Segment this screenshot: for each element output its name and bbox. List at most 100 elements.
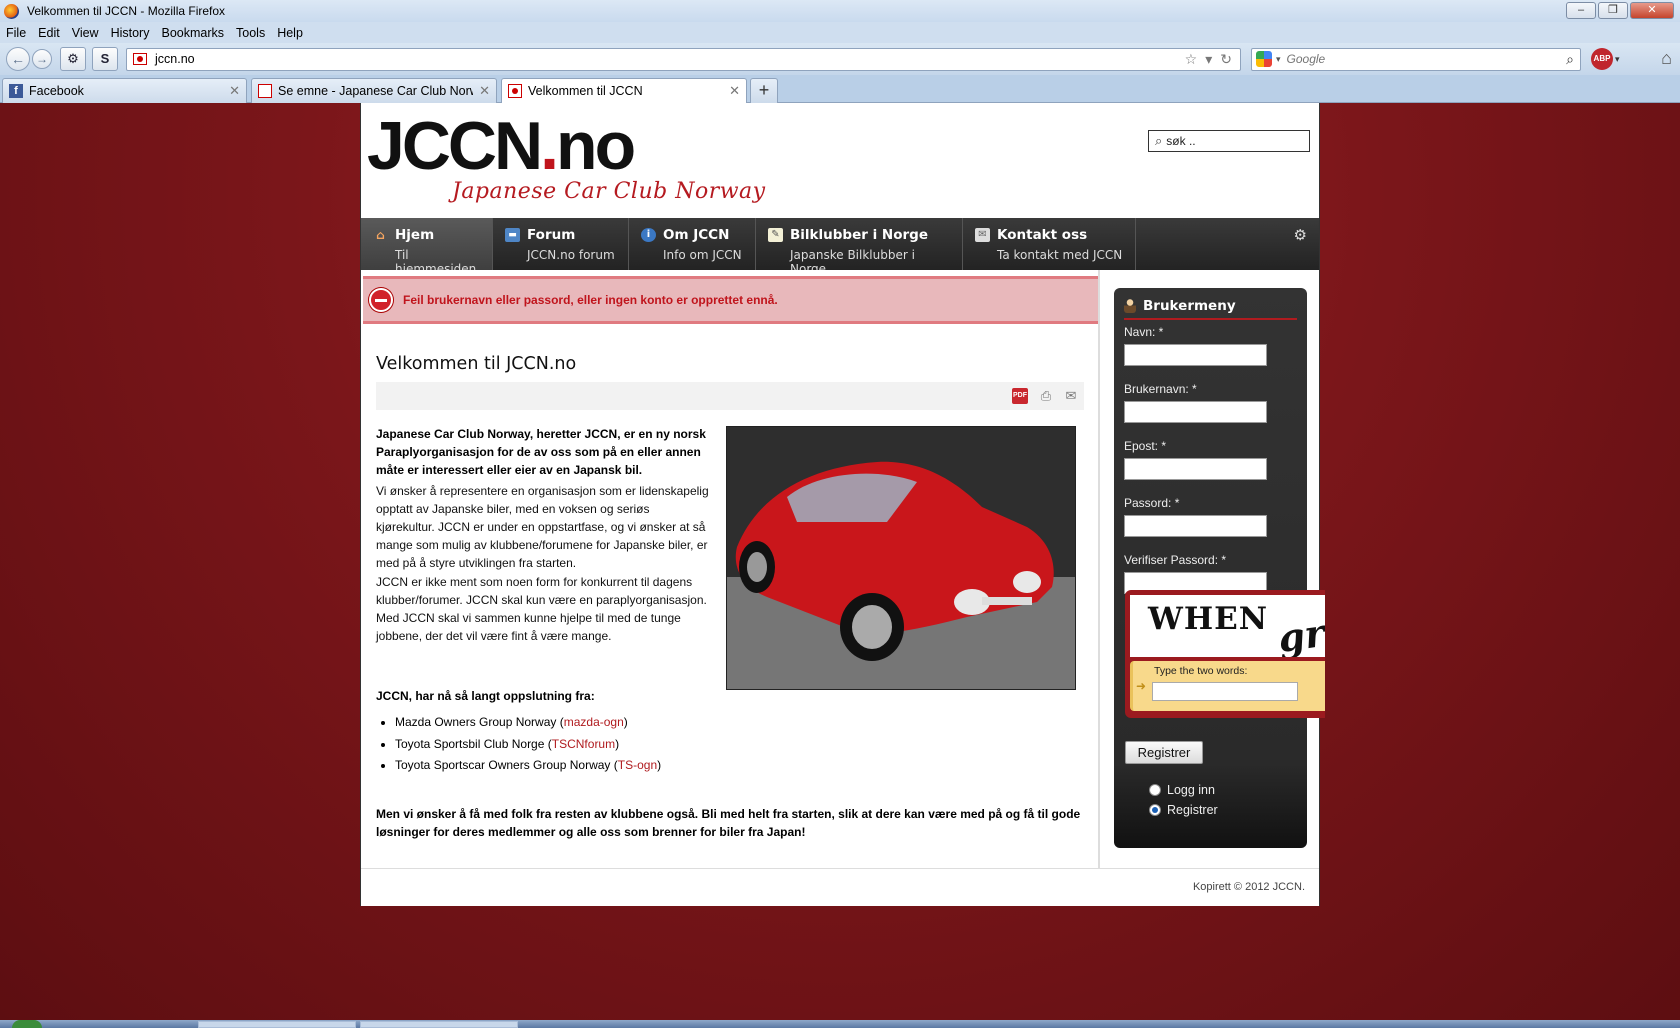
- nav-item-om-jccn[interactable]: i Om JCCN Info om JCCN: [629, 218, 756, 270]
- minimize-button[interactable]: –: [1566, 2, 1596, 19]
- os-taskbar: [0, 1020, 1680, 1028]
- search-bar[interactable]: ▾ ⌕: [1251, 47, 1581, 71]
- captcha-prompt: Type the two words:: [1154, 665, 1248, 677]
- members-heading: JCCN, har nå så langt oppslutning fra:: [376, 689, 595, 703]
- username-field[interactable]: [1124, 401, 1267, 423]
- article-title: Velkommen til JCCN.no: [376, 354, 577, 374]
- bookmark-star-icon[interactable]: ☆: [1185, 51, 1198, 68]
- member-name: Mazda Owners Group Norway: [395, 715, 557, 729]
- menu-file[interactable]: File: [6, 26, 26, 40]
- gear-icon[interactable]: ⚙: [1294, 226, 1307, 244]
- site-container: JCCN.no Japanese Car Club Norway ⌕ ⌂ Hjem…: [360, 103, 1325, 906]
- forum-favicon-icon: [258, 84, 272, 98]
- nav-title: Om JCCN: [663, 227, 730, 243]
- username-input[interactable]: [1125, 402, 1266, 422]
- password-field[interactable]: [1124, 515, 1267, 537]
- close-tab-icon[interactable]: ✕: [729, 83, 740, 99]
- nav-item-bilklubber[interactable]: ✎ Bilklubber i Norge Japanske Bilklubber …: [756, 218, 963, 276]
- nav-title: Bilklubber i Norge: [790, 227, 928, 243]
- taskbar-item[interactable]: [360, 1021, 518, 1028]
- firefox-logo-icon: [4, 3, 19, 19]
- menu-bookmarks[interactable]: Bookmarks: [161, 26, 224, 40]
- radio-icon[interactable]: [1149, 784, 1161, 796]
- dropdown-caret-icon[interactable]: ▾: [1205, 51, 1212, 68]
- captcha-image: WHEN gr: [1130, 595, 1325, 657]
- search-icon[interactable]: ⌕: [1566, 51, 1574, 68]
- user-menu: Brukermeny Navn: * Brukernavn: * Epost: …: [1114, 288, 1325, 848]
- email-input[interactable]: [1125, 459, 1266, 479]
- menu-edit[interactable]: Edit: [38, 26, 60, 40]
- extension-button[interactable]: ⚙: [60, 47, 86, 71]
- nav-item-forum[interactable]: ▬ Forum JCCN.no forum: [493, 218, 629, 270]
- google-icon[interactable]: [1256, 51, 1272, 67]
- adblock-icon[interactable]: ABP: [1591, 48, 1613, 70]
- url-text[interactable]: jccn.no: [155, 52, 195, 66]
- nav-title: Forum: [527, 227, 576, 243]
- register-button[interactable]: Registrer: [1125, 741, 1203, 764]
- tab-bar: f Facebook ✕ Se emne - Japanese Car Club…: [0, 75, 1680, 103]
- name-input[interactable]: [1125, 345, 1266, 365]
- logo-tld: no: [556, 108, 636, 184]
- email-field[interactable]: [1124, 458, 1267, 480]
- back-button[interactable]: ←: [6, 47, 30, 71]
- email-icon[interactable]: ✉: [1063, 388, 1079, 404]
- captcha-word: WHEN: [1148, 601, 1269, 637]
- forward-arrow-icon: →: [36, 52, 48, 66]
- taskbar-item[interactable]: [198, 1021, 356, 1028]
- stop-icon: [369, 288, 393, 312]
- site-logo[interactable]: JCCN.no Japanese Car Club Norway: [367, 112, 765, 204]
- article-toolbar: PDF ⎙ ✉: [376, 382, 1084, 410]
- site-search-box[interactable]: ⌕: [1148, 130, 1310, 152]
- menu-tools[interactable]: Tools: [236, 26, 265, 40]
- adblock-caret-icon[interactable]: ▾: [1615, 54, 1620, 65]
- nav-item-kontakt[interactable]: ✉ Kontakt oss Ta kontakt med JCCN: [963, 218, 1136, 270]
- close-tab-icon[interactable]: ✕: [479, 83, 490, 99]
- house-icon: ⌂: [376, 228, 385, 242]
- forward-button[interactable]: →: [32, 49, 52, 69]
- article-paragraph: JCCN er ikke ment som noen form for konk…: [376, 575, 707, 643]
- menu-history[interactable]: History: [111, 26, 150, 40]
- home-icon[interactable]: ⌂: [1661, 48, 1672, 69]
- member-name: Toyota Sportscar Owners Group Norway: [395, 758, 611, 772]
- sync-button[interactable]: S: [92, 47, 118, 71]
- start-orb-icon[interactable]: [12, 1020, 42, 1028]
- verify-password-label: Verifiser Passord: *: [1124, 553, 1227, 567]
- restore-button[interactable]: ❐: [1598, 2, 1628, 19]
- search-engine-caret-icon[interactable]: ▾: [1276, 54, 1281, 65]
- puzzle-icon: ⚙: [67, 51, 79, 66]
- search-input[interactable]: [1286, 52, 1557, 66]
- menubar: File Edit View History Bookmarks Tools H…: [0, 22, 1680, 43]
- reload-icon[interactable]: ↻: [1220, 51, 1232, 68]
- tab-facebook[interactable]: f Facebook ✕: [2, 78, 247, 103]
- navigation-toolbar: ← → ⚙ S jccn.no ☆ ▾ ↻ ▾ ⌕ ABP ▾ ⌂: [0, 43, 1680, 75]
- page-viewport: JCCN.no Japanese Car Club Norway ⌕ ⌂ Hjem…: [0, 103, 1680, 1020]
- captcha-input[interactable]: [1152, 682, 1298, 701]
- new-tab-button[interactable]: +: [750, 78, 778, 103]
- article-paragraph: Vi ønsker å representere en organisasjon…: [376, 484, 709, 570]
- site-search-input[interactable]: [1166, 134, 1297, 148]
- print-icon[interactable]: ⎙: [1038, 388, 1054, 404]
- tab-label: Facebook: [29, 84, 84, 98]
- url-bar[interactable]: jccn.no ☆ ▾ ↻: [126, 47, 1241, 71]
- member-link[interactable]: TS-ogn: [618, 758, 657, 772]
- member-link[interactable]: mazda-ogn: [564, 715, 624, 729]
- menu-help[interactable]: Help: [277, 26, 303, 40]
- nav-item-hjem[interactable]: ⌂ Hjem Til hjemmesiden: [361, 218, 493, 276]
- close-tab-icon[interactable]: ✕: [229, 83, 240, 99]
- radio-register[interactable]: Registrer: [1149, 803, 1218, 817]
- name-field[interactable]: [1124, 344, 1267, 366]
- menu-view[interactable]: View: [72, 26, 99, 40]
- error-message: Feil brukernavn eller passord, eller ing…: [363, 276, 1098, 324]
- close-window-button[interactable]: ✕: [1630, 2, 1674, 19]
- tab-jccn[interactable]: Velkommen til JCCN ✕: [501, 78, 747, 103]
- envelope-icon: ✉: [975, 228, 990, 242]
- radio-login[interactable]: Logg inn: [1149, 783, 1215, 797]
- back-arrow-icon: ←: [11, 51, 25, 67]
- password-input[interactable]: [1125, 516, 1266, 536]
- nav-title: Kontakt oss: [997, 227, 1088, 243]
- radio-icon[interactable]: [1149, 804, 1161, 816]
- member-link[interactable]: TSCNforum: [552, 737, 615, 751]
- pdf-icon[interactable]: PDF: [1012, 388, 1028, 404]
- name-label: Navn: *: [1124, 325, 1164, 339]
- tab-forum[interactable]: Se emne - Japanese Car Club Norway ✕: [251, 78, 497, 103]
